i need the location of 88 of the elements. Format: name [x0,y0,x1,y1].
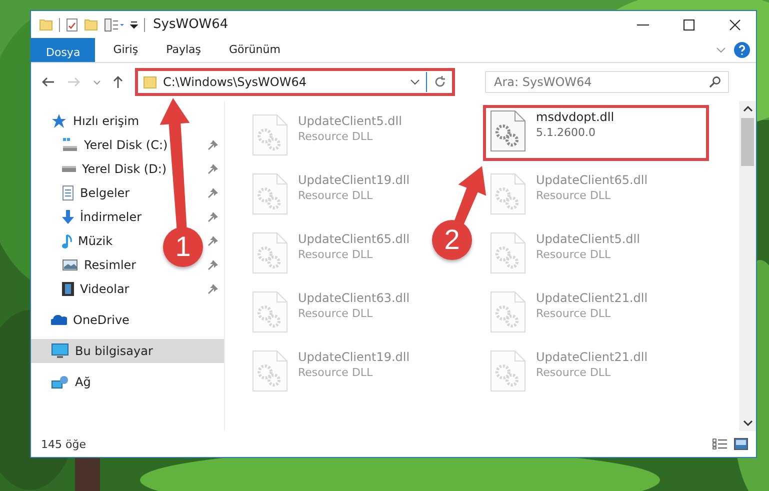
chevron-icon[interactable] [410,79,420,85]
window-title: SysWOW64 [153,17,228,32]
file-name: UpdateClient65.dll [536,173,648,187]
folder-icon [143,75,157,89]
view-icon[interactable] [104,18,124,32]
search-field[interactable]: Ara: SysWOW64 [485,71,729,93]
file-name: UpdateClient21.dll [536,350,648,364]
large-icons-view-icon[interactable] [734,438,748,450]
gear-file-icon [490,232,526,274]
scroll-up-icon[interactable] [742,106,752,112]
star-icon [51,113,67,129]
drive-icon [62,166,76,172]
nav-item[interactable]: İndirmeler [62,205,146,229]
file-name: UpdateClient19.dll [298,173,410,187]
ribbon-tab[interactable]: Paylaş [156,38,211,62]
nav-item[interactable]: Videolar [62,277,134,301]
file-detail: Resource DLL [536,248,612,261]
pin-icon[interactable] [208,140,218,150]
scroll-down-icon[interactable] [742,420,752,426]
nav-item[interactable]: Belgeler [62,181,134,205]
monitor-icon [51,343,69,359]
nav-item[interactable]: Müzik [62,229,117,253]
pin-icon[interactable] [208,284,218,294]
file-name: UpdateClient5.dll [298,114,402,128]
back-arrow-icon[interactable] [41,77,55,87]
help-icon[interactable] [734,42,750,58]
file-detail: Resource DLL [298,130,374,143]
item-count: 145 öğe [41,438,86,450]
nav-item[interactable]: Yerel Disk (C:) [62,133,172,157]
film-icon [62,282,74,296]
gear-file-icon [490,110,526,152]
file-name: UpdateClient5.dll [536,232,640,246]
address-path: C:\Windows\SysWOW64 [163,75,308,89]
image-icon [62,259,78,271]
nav-item[interactable]: Yerel Disk (D:) [62,157,171,181]
file-name: UpdateClient21.dll [536,291,648,305]
file-name: UpdateClient65.dll [298,232,410,246]
pin-icon[interactable] [208,212,218,222]
gear-file-icon [252,350,288,392]
scroll-thumb[interactable] [741,118,754,166]
file-detail: Resource DLL [298,366,374,379]
pin-icon[interactable] [208,236,218,246]
pin-icon[interactable] [208,188,218,198]
search-icon [709,76,721,88]
drive-icon [62,138,78,152]
file-item[interactable]: msdvdopt.dll 5.1.2600.0 [483,105,709,161]
file-detail: 5.1.2600.0 [536,126,596,139]
nav-item[interactable]: OneDrive [31,308,134,332]
download-arrow-icon [62,210,74,224]
gear-file-icon [252,173,288,215]
address-bar[interactable]: C:\Windows\SysWOW64 [135,68,455,96]
file-name: UpdateClient63.dll [298,291,410,305]
file-detail: Resource DLL [298,248,374,261]
nav-item[interactable]: Ağ [31,370,95,394]
file-detail: Resource DLL [536,189,612,202]
gear-file-icon [252,291,288,333]
ribbon-tab[interactable]: Giriş [103,38,148,62]
gear-file-icon [490,173,526,215]
file-detail: Resource DLL [298,189,374,202]
gear-file-icon [490,350,526,392]
details-view-icon[interactable] [712,438,728,450]
nav-item[interactable]: Hızlı erişim [31,109,144,133]
scrollbar[interactable] [739,101,756,431]
properties-icon[interactable] [66,18,78,32]
file-detail: Resource DLL [536,366,612,379]
pin-icon[interactable] [208,164,218,174]
pin-icon[interactable] [208,260,218,270]
gear-file-icon [252,114,288,156]
music-note-icon [62,234,72,248]
network-icon [51,375,69,389]
cloud-icon [51,315,67,325]
document-icon [62,185,74,201]
gear-file-icon [490,291,526,333]
dropdown-icon[interactable] [130,20,138,28]
file-tab[interactable]: Dosya [31,38,96,62]
annotation-arrow [454,166,487,226]
refresh-icon[interactable] [433,75,447,89]
nav-item[interactable]: Bu bilgisayar [31,339,224,363]
close-icon[interactable] [728,18,742,32]
file-name: UpdateClient19.dll [298,350,410,364]
file-detail: Resource DLL [536,307,612,320]
up-arrow-icon[interactable] [113,75,123,89]
ribbon-tab[interactable]: Görünüm [219,38,290,62]
file-name: msdvdopt.dll [536,110,614,124]
gear-file-icon [252,232,288,274]
nav-item[interactable]: Resimler [62,253,140,277]
file-detail: Resource DLL [298,307,374,320]
maximize-icon[interactable] [682,18,696,32]
